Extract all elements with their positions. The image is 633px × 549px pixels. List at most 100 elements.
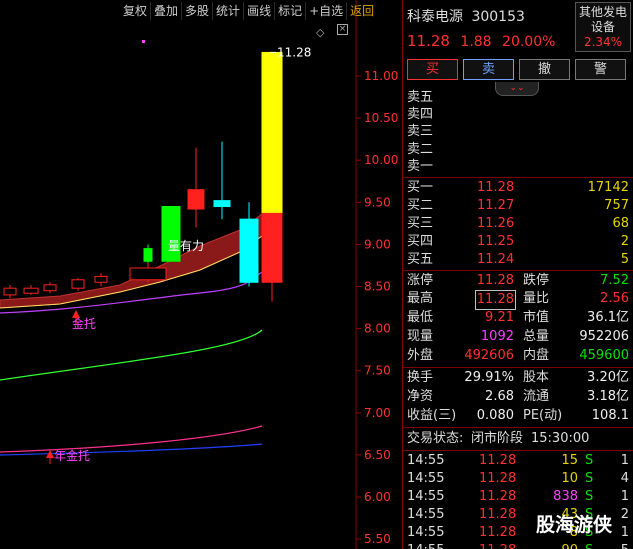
ask-row: 卖一 (407, 159, 434, 174)
sell-button[interactable]: 卖 (463, 59, 514, 80)
y-axis-label: 10.50 (364, 111, 398, 125)
toolbar-back-button[interactable]: 返回 (347, 2, 377, 20)
price-header: 11.28 1.88 20.00% (407, 32, 555, 50)
stock-code: 300153 (471, 9, 525, 25)
ask-row: 卖四 (407, 107, 434, 122)
annotation-volume: 量有力 (168, 239, 204, 253)
toolbar-multi-stock-button[interactable]: 多股 (182, 2, 214, 20)
toolbar-mark-button[interactable]: 标记 (275, 2, 307, 20)
y-axis-label: 7.00 (364, 406, 391, 420)
bid-row: 买五 11.24 5 (407, 252, 629, 267)
tick-direction: S (585, 489, 594, 504)
sector-pct: 2.34% (583, 35, 623, 49)
candle-body (213, 200, 231, 208)
tick-time: 14:55 (407, 525, 445, 540)
cancel-order-button[interactable]: 撤 (519, 59, 570, 80)
ask-row: 卖五 (407, 90, 434, 105)
tick-direction: S (585, 471, 594, 486)
y-axis-label: 9.00 (364, 237, 391, 251)
divider (403, 177, 633, 178)
tick-count: 4 (620, 471, 629, 486)
quote-row: 现量 1092 总量 952206 (407, 329, 629, 344)
quote-panel: 科泰电源 300153 11.28 1.88 20.00% 其他发电 设备 2.… (402, 0, 633, 549)
tick-time: 14:55 (407, 507, 445, 522)
divider (403, 367, 633, 368)
toolbar-draw-line-button[interactable]: 画线 (244, 2, 276, 20)
y-axis-label: 8.00 (364, 322, 391, 336)
toolbar-overlay-button[interactable]: 叠加 (151, 2, 183, 20)
bid-row: 买二 11.27 757 (407, 198, 629, 213)
tick-count: 5 (621, 542, 629, 549)
candle-body (261, 211, 283, 283)
last-price-label: 11.28 (277, 45, 311, 59)
bid-row: 买四 11.25 2 (407, 234, 629, 249)
tick-price: 11.28 (479, 489, 517, 504)
sector-box[interactable]: 其他发电 设备 2.34% (575, 2, 631, 52)
last-price: 11.28 (407, 32, 450, 50)
ask-row: 卖三 (407, 124, 434, 139)
tick-time: 14:55 (407, 489, 445, 504)
divider (403, 427, 633, 428)
candle-body (143, 248, 153, 262)
ma-line-green (0, 329, 263, 381)
kline-chart[interactable]: 11.00 10.50 10.00 9.50 9.00 8.50 8.00 7.50 7.00 6… (0, 0, 402, 549)
y-axis-label: 11.00 (364, 69, 398, 83)
tick-price: 11.28 (479, 471, 517, 486)
tick-direction: S (585, 453, 594, 468)
trade-status: 交易状态: 闭市阶段 15:30:00 (407, 431, 590, 446)
tick-price: 11.28 (479, 525, 517, 540)
trade-buttons: 买 卖 撤 警 (407, 59, 626, 80)
tick-count: 1 (620, 489, 629, 504)
y-axis-label: 10.00 (364, 153, 398, 167)
toolbar-stats-button[interactable]: 统计 (213, 2, 245, 20)
candle-body (129, 267, 167, 281)
ma-line-pink (0, 425, 263, 453)
candle-body (94, 275, 108, 283)
candle-body (261, 51, 283, 213)
ask-row: 卖二 (407, 142, 434, 157)
tick-direction: S (585, 542, 593, 549)
tick-time: 14:55 (407, 471, 445, 486)
kline-svg[interactable]: 11.00 10.50 10.00 9.50 9.00 8.50 8.00 7.50 7.00 6… (0, 0, 402, 549)
chart-toolbar: 复权 叠加 多股 统计 画线 标记 +自选 返回 (120, 2, 377, 20)
sector-name-line1: 其他发电 (578, 5, 627, 19)
quote-row: 涨停 11.28 跌停 7.52 (407, 273, 629, 288)
ma-line-blue (0, 443, 263, 456)
annotation-year-gold-support: 年金托 (54, 448, 90, 463)
y-axis-label: 8.50 (364, 280, 391, 294)
tick-volume: 15 (561, 453, 578, 468)
candle-body (71, 279, 85, 289)
alert-button[interactable]: 警 (575, 59, 626, 80)
quote-row: 外盘 492606 内盘 459600 (407, 348, 629, 363)
chart-diamond-icon[interactable]: ◇ (316, 26, 324, 39)
bid-row: 买三 11.26 68 (407, 216, 629, 231)
price-change-pct: 20.00% (502, 34, 556, 50)
toolbar-add-watchlist-button[interactable]: +自选 (306, 2, 348, 20)
toolbar-fuquan-button[interactable]: 复权 (120, 2, 152, 20)
candle-body (23, 287, 39, 294)
tick-count: 2 (620, 507, 629, 522)
sector-name-line2: 设备 (590, 20, 615, 34)
tick-volume: 90 (561, 542, 578, 549)
annotation-gold-support: 金托 (72, 316, 96, 331)
candle-body (187, 189, 205, 210)
tick-count: 1 (620, 453, 629, 468)
high-value-box: 11.28 (474, 290, 516, 310)
tick-price: 11.28 (479, 453, 517, 468)
divider (403, 450, 633, 451)
tick-row: 14:55 11.28 10 S 4 (403, 470, 633, 488)
tick-price: 11.28 (479, 507, 517, 522)
quote-row: 换手 29.91% 股本 3.20亿 (407, 370, 629, 385)
trend-ribbon (0, 213, 263, 309)
buy-button[interactable]: 买 (407, 59, 458, 80)
candle-body (43, 284, 57, 292)
y-axis-label: 6.50 (364, 448, 391, 462)
chart-close-icon[interactable]: × (337, 24, 348, 35)
y-axis-label: 7.50 (364, 364, 391, 378)
candle-body (239, 218, 259, 283)
quote-row: 净资 2.68 流通 3.18亿 (407, 389, 629, 404)
quote-row: 最高 11.28 量比 2.56 (403, 290, 633, 310)
y-axis-label: 5.50 (364, 532, 391, 546)
tick-time: 14:55 (407, 542, 444, 549)
tick-volume: 838 (553, 489, 578, 504)
